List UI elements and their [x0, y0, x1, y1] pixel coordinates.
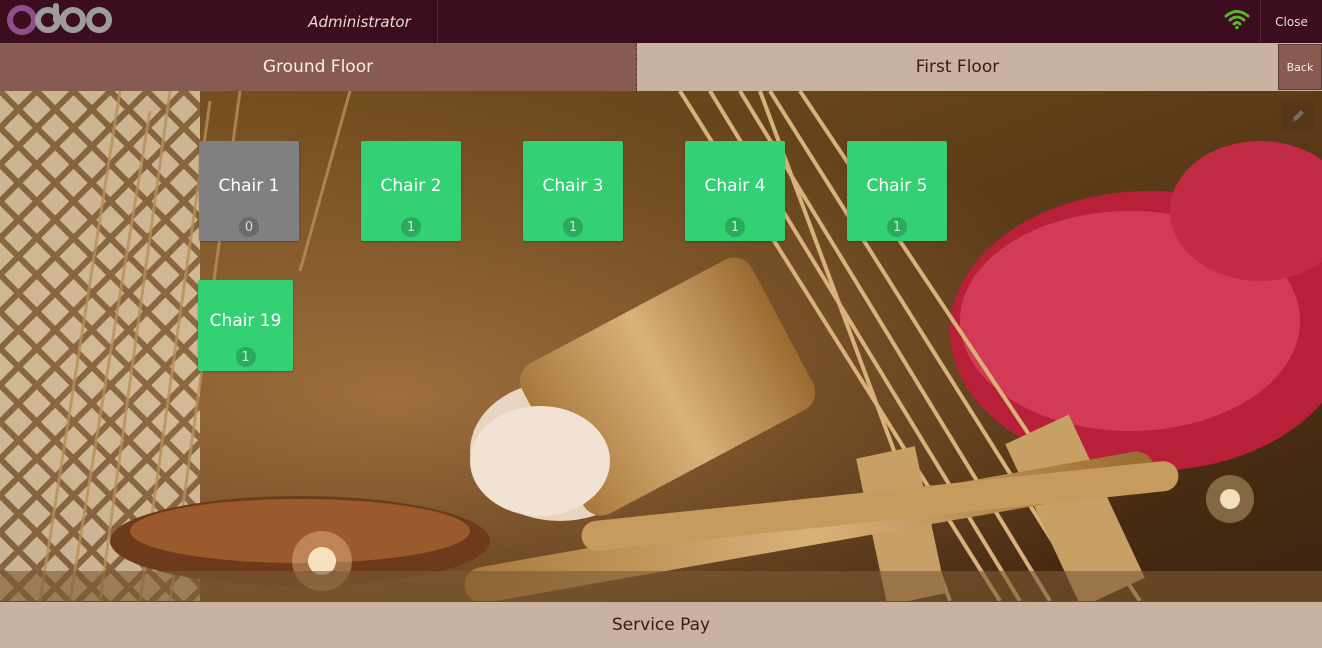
table-label: Chair 1 [218, 176, 280, 196]
table-customer-count: 1 [563, 217, 583, 237]
table-customer-count: 1 [401, 217, 421, 237]
top-bar: Administrator Close [0, 0, 1322, 43]
table-label: Chair 3 [542, 176, 604, 196]
edit-floor-button[interactable] [1282, 101, 1314, 131]
floor-selector: Ground Floor First Floor [0, 43, 1322, 91]
table-label: Chair 4 [704, 176, 766, 196]
table-label: Chair 5 [866, 176, 928, 196]
table-customer-count: 1 [725, 217, 745, 237]
table-chair-2[interactable]: Chair 2 1 [361, 141, 461, 241]
pencil-icon [1292, 110, 1304, 122]
table-label: Chair 19 [209, 311, 282, 331]
table-chair-5[interactable]: Chair 5 1 [847, 141, 947, 241]
table-label: Chair 2 [380, 176, 442, 196]
floor-tab-ground[interactable]: Ground Floor [0, 43, 637, 91]
table-chair-1[interactable]: Chair 1 0 [199, 141, 299, 241]
table-chair-4[interactable]: Chair 4 1 [685, 141, 785, 241]
back-button[interactable]: Back [1278, 44, 1322, 90]
table-customer-count: 0 [239, 217, 259, 237]
close-button[interactable]: Close [1260, 0, 1322, 43]
table-chair-19[interactable]: Chair 19 1 [198, 280, 293, 371]
wifi-icon [1224, 10, 1250, 30]
table-chair-3[interactable]: Chair 3 1 [523, 141, 623, 241]
table-customer-count: 1 [235, 347, 256, 367]
service-pay-button[interactable]: Service Pay [0, 601, 1322, 648]
user-name: Administrator [282, 0, 438, 43]
floor-tab-first[interactable]: First Floor [637, 43, 1278, 91]
table-customer-count: 1 [887, 217, 907, 237]
odoo-logo [7, 3, 112, 35]
